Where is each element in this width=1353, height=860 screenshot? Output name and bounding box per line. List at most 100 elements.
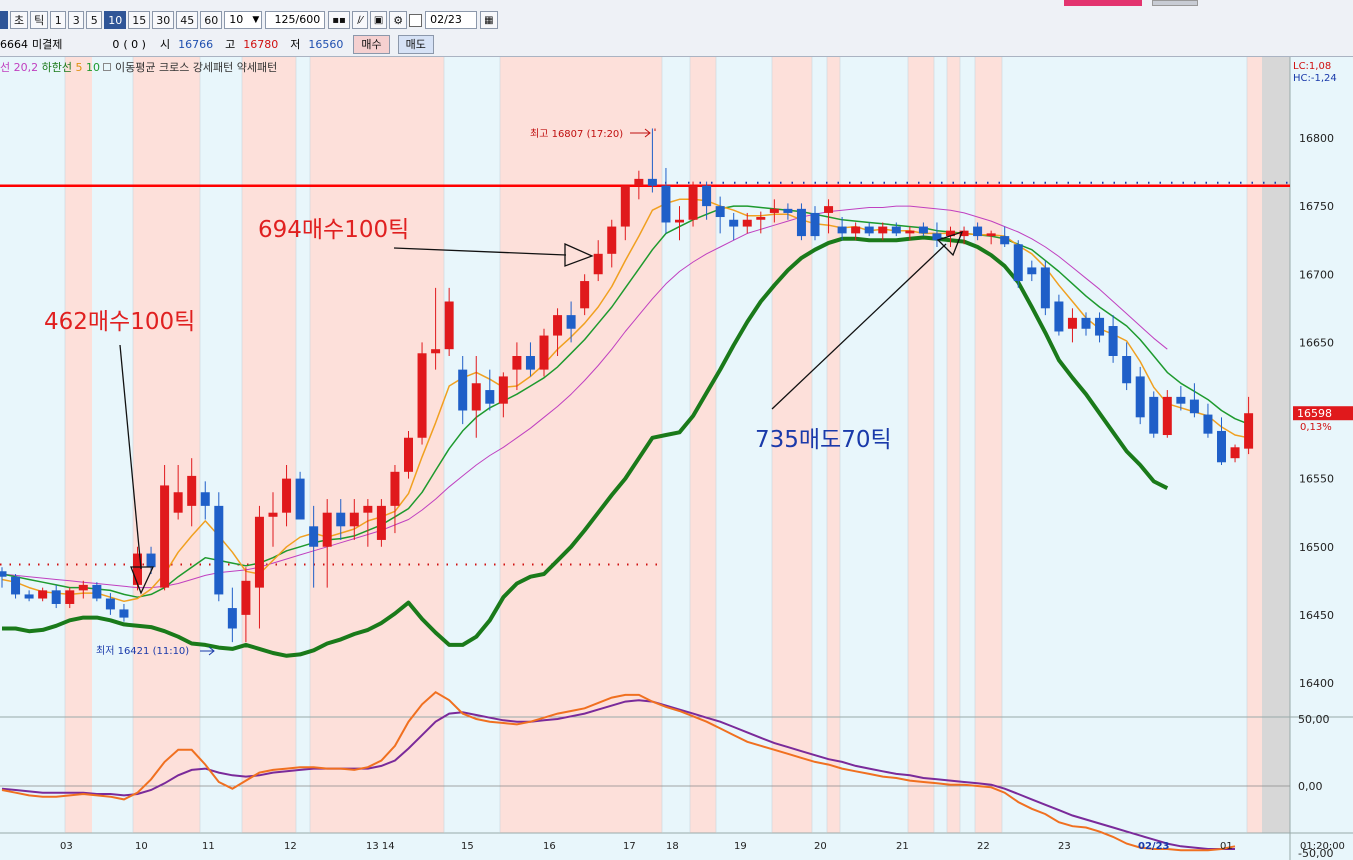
period-5-button[interactable]: 5 <box>86 11 103 29</box>
calendar-icon[interactable]: ▦ <box>480 11 498 29</box>
candle-up <box>580 281 590 309</box>
account-selector[interactable] <box>1152 0 1198 6</box>
candle-down <box>51 590 61 604</box>
candle-up <box>769 208 779 213</box>
candle-down <box>525 356 535 370</box>
candle-up <box>512 356 522 370</box>
candle-down <box>146 553 156 568</box>
high-label: 고 <box>225 38 236 51</box>
buy-annotation-462: 462매수100틱 <box>44 309 195 335</box>
x-tick-label: 19 <box>734 841 747 852</box>
period-15-button[interactable]: 15 <box>128 11 151 29</box>
candle-down <box>661 185 671 223</box>
candle-up <box>1067 317 1077 329</box>
candle-down <box>295 478 305 520</box>
x-tick-label: 15 <box>461 841 474 852</box>
candle-down <box>119 609 129 618</box>
indicator-icon[interactable]: ▪▪ <box>328 11 350 29</box>
chart-grid <box>0 57 1353 860</box>
candle-down <box>864 226 874 234</box>
low-label: 저 <box>290 38 301 51</box>
candle-up <box>173 492 183 513</box>
candle-up <box>607 226 617 254</box>
candle-down <box>715 206 725 218</box>
candle-up <box>1244 413 1254 449</box>
x-tick-label: 03 <box>60 841 73 852</box>
low-annotation: 최저 16421 (11:10) <box>96 645 189 657</box>
period-second-button[interactable]: 초 <box>10 11 29 29</box>
candle-down <box>1013 244 1023 282</box>
last-price-label: 16598 <box>1297 407 1332 420</box>
x-tick-label: 16 <box>543 841 556 852</box>
interval-select[interactable]: 10 ▼ <box>224 11 263 29</box>
candle-up <box>675 219 684 223</box>
candle-down <box>783 208 793 213</box>
candle-down <box>309 526 319 547</box>
high-value: 16780 <box>243 37 279 51</box>
save-icon[interactable]: ▣ <box>369 11 388 29</box>
menu-button[interactable] <box>0 11 8 29</box>
candle-up <box>620 185 630 227</box>
candle-up <box>688 185 698 220</box>
last-change-label: 0,13% <box>1300 422 1332 433</box>
period-10-button[interactable]: 10 <box>104 11 127 29</box>
period-1-button[interactable]: 1 <box>50 11 67 29</box>
date-checkbox[interactable] <box>409 13 423 27</box>
candle-up <box>38 590 48 599</box>
candle-up <box>268 512 278 517</box>
buy-button[interactable]: 매수 <box>353 34 390 54</box>
candle-up <box>390 471 400 506</box>
count-field[interactable]: 125/600 <box>265 11 326 29</box>
legend-ma10: 10 <box>85 61 100 74</box>
y-tick-label: 16550 <box>1299 473 1334 486</box>
candle-up <box>756 217 766 220</box>
candle-down <box>647 178 657 186</box>
candle-up <box>187 475 197 506</box>
candle-up <box>471 383 481 411</box>
candle-up <box>376 505 386 540</box>
unsettled-change: ( 0 ) <box>123 37 146 51</box>
period-60-button[interactable]: 60 <box>200 11 223 29</box>
candle-down <box>458 369 468 411</box>
candle-up <box>322 512 332 547</box>
candle-down <box>1054 301 1064 332</box>
unsettled-label: 미결제 <box>32 38 63 51</box>
period-tick-button[interactable]: 틱 <box>30 11 49 29</box>
candle-down <box>702 185 712 207</box>
candle-down <box>1217 430 1226 463</box>
x-tick-label: 02/23 <box>1138 841 1170 852</box>
buy-annotation-694: 694매수100틱 <box>258 217 409 243</box>
candle-up <box>986 233 996 237</box>
chevron-down-icon: ▼ <box>252 15 260 25</box>
period-3-button[interactable]: 3 <box>68 11 85 29</box>
candle-down <box>1135 376 1145 418</box>
sell-button[interactable]: 매도 <box>397 34 434 54</box>
gear-icon[interactable]: ⚙ <box>389 11 408 29</box>
y-tick-label: 16500 <box>1299 541 1334 554</box>
period-30-button[interactable]: 30 <box>152 11 175 29</box>
date-field[interactable]: 02/23 <box>425 11 478 29</box>
candle-down <box>92 584 102 599</box>
legend-lower: 하한선 <box>41 61 72 74</box>
candle-up <box>404 437 413 472</box>
candle-down <box>1122 356 1132 384</box>
x-tick-label: 22 <box>977 841 990 852</box>
candle-up <box>282 478 292 513</box>
period-45-button[interactable]: 45 <box>176 11 199 29</box>
x-tick-label: 18 <box>666 841 679 852</box>
candle-up <box>539 335 549 370</box>
candle-down <box>1149 396 1159 434</box>
draw-line-icon[interactable]: ∕⁄ <box>351 11 368 29</box>
legend-square-icon <box>103 63 112 71</box>
price-chart[interactable]: 1640016450165001655016600166501670016750… <box>0 57 1353 860</box>
candle-up <box>634 178 644 186</box>
candle-down <box>11 576 21 595</box>
open-value: 16766 <box>178 37 214 51</box>
candle-down <box>1027 267 1037 275</box>
candle-down <box>1189 399 1199 414</box>
candle-down <box>1203 414 1213 434</box>
y-tick-label: 16450 <box>1299 609 1334 622</box>
osc-tick-label: 0,00 <box>1298 780 1323 793</box>
candle-down <box>810 212 820 237</box>
account-badge[interactable] <box>1064 0 1142 6</box>
